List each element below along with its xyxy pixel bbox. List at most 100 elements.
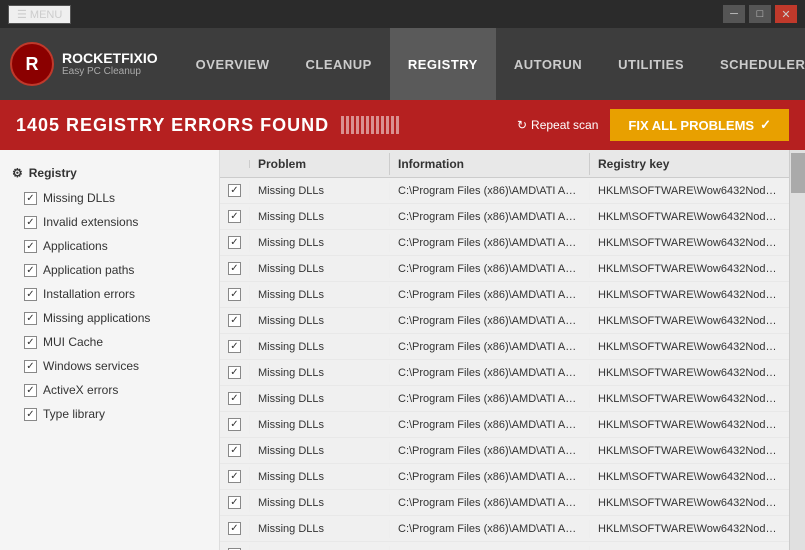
table-row[interactable]: ✓ Missing DLLs C:\Program Files (x86)\AM… (220, 542, 789, 550)
row-checkbox-cell[interactable]: ✓ (220, 207, 250, 226)
row-checkbox-cell[interactable]: ✓ (220, 467, 250, 486)
table-row[interactable]: ✓ Missing DLLs C:\Program Files (x86)\AM… (220, 490, 789, 516)
row-checkbox-5[interactable]: ✓ (228, 314, 241, 327)
row-checkbox-8[interactable]: ✓ (228, 392, 241, 405)
progress-lines (341, 116, 399, 134)
sidebar-item-missing-dlls[interactable]: ✓ Missing DLLs (0, 186, 219, 210)
row-checkbox-cell[interactable]: ✓ (220, 415, 250, 434)
checkbox-mui-cache[interactable]: ✓ (24, 336, 37, 349)
checkbox-missing-applications[interactable]: ✓ (24, 312, 37, 325)
row-problem-5: Missing DLLs (250, 312, 390, 330)
nav-autorun[interactable]: AUTORUN (496, 28, 600, 100)
row-problem-10: Missing DLLs (250, 442, 390, 460)
close-button[interactable]: ✕ (775, 5, 797, 23)
progress-line-7 (371, 116, 374, 134)
sidebar-item-installation-errors[interactable]: ✓ Installation errors (0, 282, 219, 306)
sidebar-item-windows-services[interactable]: ✓ Windows services (0, 354, 219, 378)
table-row[interactable]: ✓ Missing DLLs C:\Program Files (x86)\AM… (220, 256, 789, 282)
row-checkbox-cell[interactable]: ✓ (220, 493, 250, 512)
row-checkbox-2[interactable]: ✓ (228, 236, 241, 249)
row-checkbox-cell[interactable]: ✓ (220, 337, 250, 356)
row-info-13: C:\Program Files (x86)\AMD\ATI AC... (390, 520, 590, 538)
row-checkbox-cell[interactable]: ✓ (220, 363, 250, 382)
table-row[interactable]: ✓ Missing DLLs C:\Program Files (x86)\AM… (220, 308, 789, 334)
sidebar-item-type-library[interactable]: ✓ Type library (0, 402, 219, 426)
row-checkbox-11[interactable]: ✓ (228, 470, 241, 483)
row-checkbox-1[interactable]: ✓ (228, 210, 241, 223)
checkbox-windows-services[interactable]: ✓ (24, 360, 37, 373)
scrollbar-thumb[interactable] (791, 153, 805, 193)
checkbox-type-library[interactable]: ✓ (24, 408, 37, 421)
row-checkbox-cell[interactable]: ✓ (220, 181, 250, 200)
progress-line-4 (356, 116, 359, 134)
row-checkbox-cell[interactable]: ✓ (220, 285, 250, 304)
row-checkbox-cell[interactable]: ✓ (220, 389, 250, 408)
row-problem-3: Missing DLLs (250, 260, 390, 278)
row-key-0: HKLM\SOFTWARE\Wow6432Node\Microsoft... (590, 182, 789, 200)
table-row[interactable]: ✓ Missing DLLs C:\Program Files (x86)\AM… (220, 360, 789, 386)
progress-line-8 (376, 116, 379, 134)
row-checkbox-6[interactable]: ✓ (228, 340, 241, 353)
row-info-6: C:\Program Files (x86)\AMD\ATI AC... (390, 338, 590, 356)
table-row[interactable]: ✓ Missing DLLs C:\Program Files (x86)\AM… (220, 334, 789, 360)
nav-overview[interactable]: OVERVIEW (178, 28, 288, 100)
minimize-button[interactable]: ─ (723, 5, 745, 23)
sidebar-item-label: Missing applications (43, 311, 150, 325)
header-bar: 1405 REGISTRY ERRORS FOUND ↻ Repeat scan… (0, 100, 805, 150)
col-header-problem: Problem (250, 153, 390, 175)
row-checkbox-4[interactable]: ✓ (228, 288, 241, 301)
table-row[interactable]: ✓ Missing DLLs C:\Program Files (x86)\AM… (220, 204, 789, 230)
row-checkbox-13[interactable]: ✓ (228, 522, 241, 535)
row-checkbox-12[interactable]: ✓ (228, 496, 241, 509)
row-checkbox-3[interactable]: ✓ (228, 262, 241, 275)
table-row[interactable]: ✓ Missing DLLs C:\Program Files (x86)\AM… (220, 230, 789, 256)
row-key-13: HKLM\SOFTWARE\Wow6432Node\Microsoft... (590, 520, 789, 538)
fix-all-button[interactable]: FIX ALL PROBLEMS ✓ (610, 109, 789, 141)
row-checkbox-cell[interactable]: ✓ (220, 545, 250, 550)
table-row[interactable]: ✓ Missing DLLs C:\Program Files (x86)\AM… (220, 386, 789, 412)
scrollbar-track[interactable] (789, 150, 805, 550)
row-checkbox-10[interactable]: ✓ (228, 444, 241, 457)
row-key-10: HKLM\SOFTWARE\Wow6432Node\Microsoft... (590, 442, 789, 460)
checkbox-missing-dlls[interactable]: ✓ (24, 192, 37, 205)
nav-utilities[interactable]: UTILITIES (600, 28, 702, 100)
row-info-2: C:\Program Files (x86)\AMD\ATI AC... (390, 234, 590, 252)
row-checkbox-0[interactable]: ✓ (228, 184, 241, 197)
nav-cleanup[interactable]: CLEANUP (288, 28, 390, 100)
table-row[interactable]: ✓ Missing DLLs C:\Program Files (x86)\AM… (220, 464, 789, 490)
checkbox-installation-errors[interactable]: ✓ (24, 288, 37, 301)
sidebar-item-activex-errors[interactable]: ✓ ActiveX errors (0, 378, 219, 402)
sidebar-item-mui-cache[interactable]: ✓ MUI Cache (0, 330, 219, 354)
row-checkbox-cell[interactable]: ✓ (220, 519, 250, 538)
table-row[interactable]: ✓ Missing DLLs C:\Program Files (x86)\AM… (220, 282, 789, 308)
table-row[interactable]: ✓ Missing DLLs C:\Program Files (x86)\AM… (220, 438, 789, 464)
maximize-button[interactable]: □ (749, 5, 771, 23)
row-checkbox-7[interactable]: ✓ (228, 366, 241, 379)
row-checkbox-cell[interactable]: ✓ (220, 259, 250, 278)
row-problem-12: Missing DLLs (250, 494, 390, 512)
sidebar-item-invalid-extensions[interactable]: ✓ Invalid extensions (0, 210, 219, 234)
checkbox-invalid-extensions[interactable]: ✓ (24, 216, 37, 229)
row-checkbox-9[interactable]: ✓ (228, 418, 241, 431)
repeat-scan-link[interactable]: ↻ Repeat scan (517, 118, 598, 132)
row-key-3: HKLM\SOFTWARE\Wow6432Node\Microsoft... (590, 260, 789, 278)
progress-line-9 (381, 116, 384, 134)
table-row[interactable]: ✓ Missing DLLs C:\Program Files (x86)\AM… (220, 516, 789, 542)
row-checkbox-cell[interactable]: ✓ (220, 441, 250, 460)
brand-sub: Easy PC Cleanup (62, 66, 158, 78)
col-header-info: Information (390, 153, 590, 175)
sidebar-item-missing-applications[interactable]: ✓ Missing applications (0, 306, 219, 330)
menu-button[interactable]: ☰ MENU (8, 5, 71, 24)
checkbox-application-paths[interactable]: ✓ (24, 264, 37, 277)
row-checkbox-cell[interactable]: ✓ (220, 311, 250, 330)
sidebar-item-application-paths[interactable]: ✓ Application paths (0, 258, 219, 282)
sidebar-item-applications[interactable]: ✓ Applications (0, 234, 219, 258)
checkbox-activex-errors[interactable]: ✓ (24, 384, 37, 397)
row-checkbox-cell[interactable]: ✓ (220, 233, 250, 252)
row-key-6: HKLM\SOFTWARE\Wow6432Node\Microsoft... (590, 338, 789, 356)
table-row[interactable]: ✓ Missing DLLs C:\Program Files (x86)\AM… (220, 412, 789, 438)
table-row[interactable]: ✓ Missing DLLs C:\Program Files (x86)\AM… (220, 178, 789, 204)
checkbox-applications[interactable]: ✓ (24, 240, 37, 253)
nav-scheduler[interactable]: SCHEDULER (702, 28, 805, 100)
nav-registry[interactable]: REGISTRY (390, 28, 496, 100)
